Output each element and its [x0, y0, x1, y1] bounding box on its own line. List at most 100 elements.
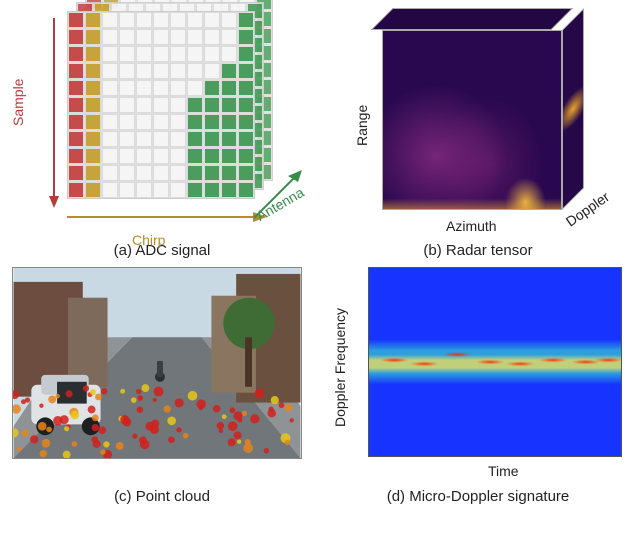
panel-c: (c) Point cloud — [10, 267, 314, 505]
radar-point — [151, 420, 159, 428]
adc-cell — [102, 131, 118, 147]
adc-cell — [204, 12, 220, 28]
adc-cell — [119, 29, 135, 45]
radar-point — [242, 411, 247, 416]
radar-point — [132, 433, 137, 438]
radar-point — [92, 414, 99, 421]
adc-cell — [136, 148, 152, 164]
adc-cell — [85, 148, 101, 164]
adc-cell — [221, 29, 237, 45]
radar-point — [95, 394, 102, 401]
radar-point — [53, 416, 63, 426]
radar-point — [164, 405, 171, 412]
radar-point — [66, 390, 73, 397]
adc-cell — [170, 63, 186, 79]
adc-cell — [102, 97, 118, 113]
street-photo — [12, 267, 302, 459]
doppler-freq-axis-label: Doppler Frequency — [332, 308, 348, 427]
adc-cell — [221, 46, 237, 62]
radar-point — [120, 389, 125, 394]
chirp-axis-label: Chirp — [132, 232, 165, 248]
adc-cell — [170, 12, 186, 28]
radar-point — [22, 430, 29, 437]
range-axis-label: Range — [354, 105, 370, 146]
adc-cell — [136, 97, 152, 113]
adc-cell — [238, 80, 254, 96]
adc-cell — [68, 131, 84, 147]
adc-layer-front — [67, 11, 255, 199]
radar-point — [136, 389, 141, 394]
radar-point — [237, 439, 241, 443]
radar-point — [103, 441, 109, 447]
radar-point — [46, 427, 52, 433]
adc-cell — [85, 12, 101, 28]
radar-cube — [382, 12, 602, 212]
adc-cell — [238, 12, 254, 28]
radar-point — [219, 429, 223, 433]
adc-cell — [153, 97, 169, 113]
radar-point — [137, 395, 143, 401]
radar-point — [25, 397, 30, 402]
radar-point — [290, 418, 294, 422]
adc-cell — [153, 148, 169, 164]
radar-point — [168, 436, 175, 443]
radar-point — [83, 385, 89, 391]
adc-cell — [68, 80, 84, 96]
radar-point — [269, 406, 274, 411]
radar-point — [72, 441, 78, 447]
adc-cell — [136, 165, 152, 181]
adc-cell — [204, 131, 220, 147]
radar-point — [116, 442, 124, 450]
adc-cell — [68, 12, 84, 28]
adc-cell — [119, 114, 135, 130]
adc-cell — [221, 97, 237, 113]
adc-cell — [119, 182, 135, 198]
cube-face-top — [371, 8, 573, 30]
adc-cell — [238, 131, 254, 147]
figure-grid: Sample Chirp Antenna (a) ADC signal Rang… — [0, 0, 640, 513]
adc-cell — [170, 29, 186, 45]
adc-cell — [204, 46, 220, 62]
adc-cell — [204, 148, 220, 164]
cube-face-side — [562, 8, 584, 210]
adc-signal-canvas: Sample Chirp Antenna — [12, 6, 312, 236]
adc-cell — [136, 63, 152, 79]
adc-cell — [68, 182, 84, 198]
adc-cell — [153, 114, 169, 130]
radar-point — [40, 450, 48, 458]
adc-cell — [153, 131, 169, 147]
adc-cell — [102, 46, 118, 62]
adc-cell — [221, 80, 237, 96]
adc-cell — [187, 29, 203, 45]
panel-a: Sample Chirp Antenna (a) ADC signal — [10, 6, 314, 259]
adc-cell — [85, 29, 101, 45]
adc-cell — [85, 46, 101, 62]
micro-doppler-canvas: Doppler Frequency Time — [328, 267, 628, 482]
adc-cell — [187, 97, 203, 113]
caption-b: (b) Radar tensor — [423, 242, 532, 259]
adc-cell — [238, 148, 254, 164]
radar-point — [30, 435, 38, 443]
sample-arrow-icon — [47, 18, 61, 208]
adc-cell — [136, 80, 152, 96]
adc-cell — [187, 165, 203, 181]
radar-point — [167, 416, 176, 425]
radar-point — [250, 414, 259, 423]
point-cloud-canvas — [12, 267, 312, 482]
adc-cell — [170, 97, 186, 113]
adc-cell — [85, 97, 101, 113]
azimuth-axis-label: Azimuth — [446, 218, 497, 234]
adc-cell — [119, 80, 135, 96]
adc-cell — [85, 63, 101, 79]
radar-point — [101, 388, 107, 394]
adc-cell — [238, 114, 254, 130]
radar-point — [92, 424, 99, 431]
radar-point — [245, 439, 251, 445]
radar-point — [285, 404, 293, 412]
chirp-arrow-icon — [67, 210, 267, 224]
adc-cell — [187, 114, 203, 130]
adc-cell — [221, 12, 237, 28]
adc-cell — [136, 46, 152, 62]
adc-cell — [187, 182, 203, 198]
adc-cell — [136, 182, 152, 198]
